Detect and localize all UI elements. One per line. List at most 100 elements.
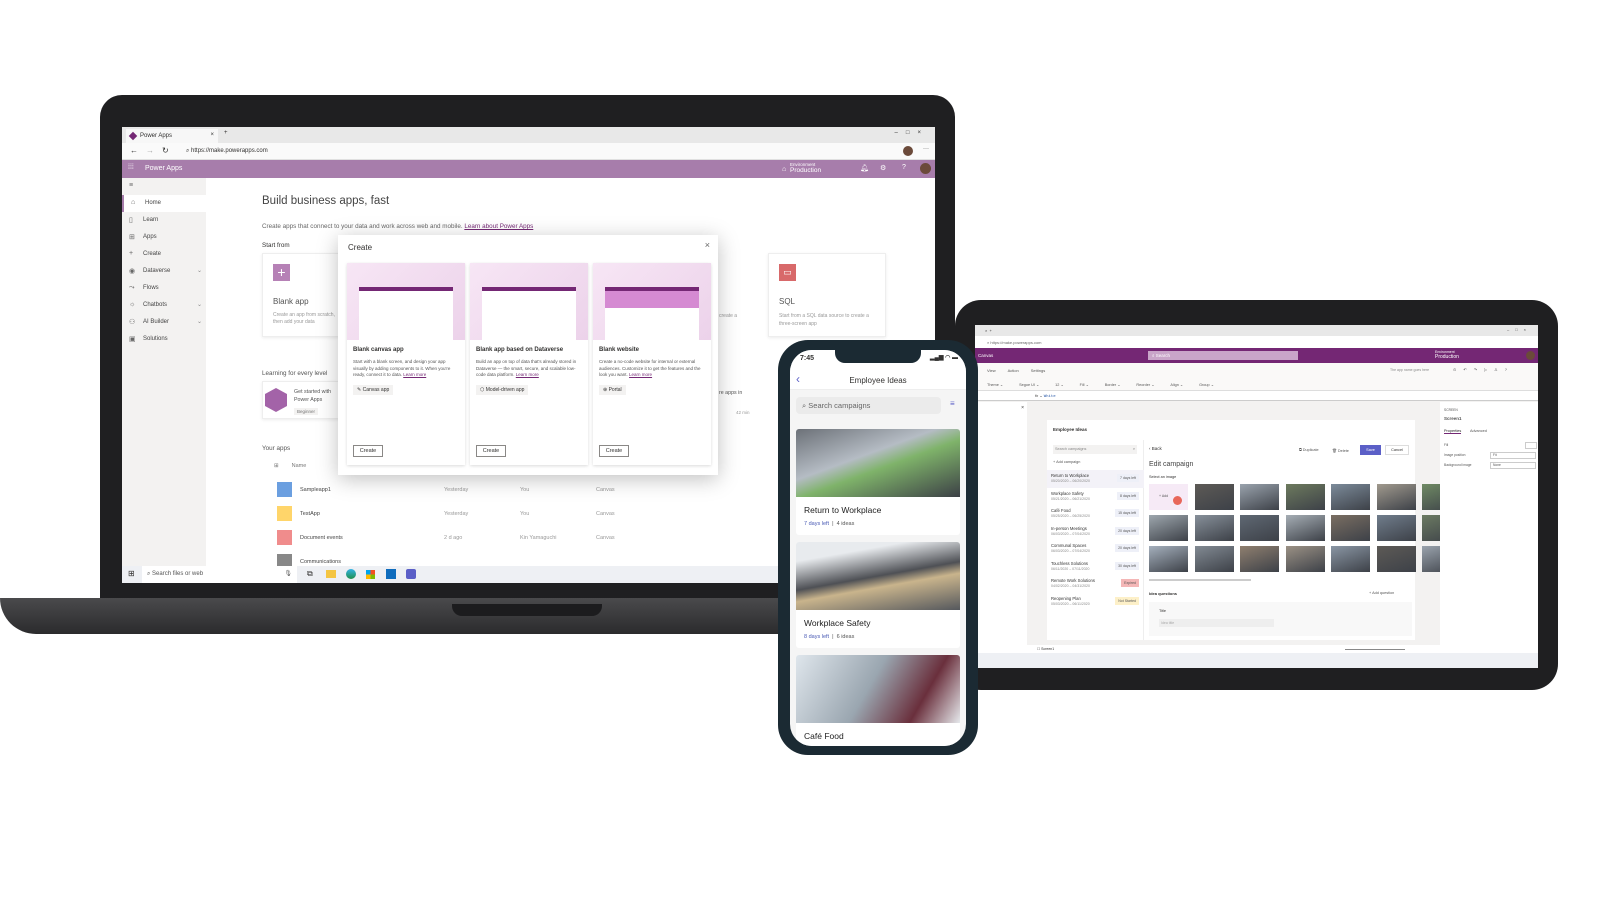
task-view-icon[interactable]: ⧉ — [307, 569, 313, 579]
toolbar-item[interactable]: Align ⌄ — [1170, 383, 1183, 387]
close-tab-icon[interactable]: × — [210, 132, 214, 138]
user-avatar[interactable] — [920, 163, 931, 174]
window-controls[interactable]: –□× — [895, 130, 929, 136]
cancel-button[interactable]: Cancel — [1385, 445, 1409, 455]
background-image-select[interactable]: None — [1490, 462, 1536, 469]
image-option[interactable] — [1194, 546, 1234, 572]
fill-picker[interactable] — [1525, 442, 1537, 449]
sidebar-item-chatbots[interactable]: ☼ Chatbots ⌄ — [122, 297, 206, 314]
scrollbar[interactable] — [1149, 579, 1251, 581]
more-icon[interactable]: ··· — [923, 146, 929, 152]
campaign-card[interactable]: Return to Workplace 7 days left | 4 ideas — [796, 429, 960, 535]
image-option[interactable] — [1149, 546, 1188, 572]
hamburger-menu[interactable]: ≡ — [122, 178, 206, 195]
sidebar-item-dataverse[interactable]: ◉ Dataverse ⌄ — [122, 263, 206, 280]
help-icon[interactable]: ? — [902, 164, 906, 171]
microphone-icon[interactable]: 🎙︎ — [284, 570, 292, 577]
campaign-item[interactable]: Remote Work Solutions 04/02/2020 – 04/31/… — [1047, 575, 1144, 593]
campaign-search[interactable]: Search campaigns ⌕ — [1053, 445, 1137, 454]
add-image-button[interactable]: + Add — [1149, 484, 1188, 510]
sidebar-item-flows[interactable]: ⤳ Flows — [122, 280, 206, 297]
add-campaign-button[interactable]: + Add campaign — [1053, 460, 1080, 464]
image-option[interactable] — [1285, 515, 1325, 541]
toolbar-item[interactable]: Border ⌄ — [1105, 383, 1121, 387]
save-button[interactable]: Save — [1360, 445, 1381, 455]
sidebar-item-ai-builder[interactable]: ⚇ AI Builder ⌄ — [122, 314, 206, 331]
campaign-item[interactable]: In-person Meetings 06/03/2020 – 07/04/202… — [1047, 523, 1144, 541]
settings-icon[interactable]: ⚙ — [880, 164, 886, 172]
image-option[interactable] — [1331, 484, 1370, 510]
image-option[interactable] — [1331, 515, 1370, 541]
sidebar-item-solutions[interactable]: ▣ Solutions — [122, 331, 206, 348]
search-input[interactable]: ⌕ Search campaigns — [796, 397, 941, 414]
image-option[interactable] — [1331, 546, 1370, 572]
template-card[interactable]: Blank website Create a no-code website f… — [593, 263, 711, 465]
teams-icon[interactable] — [406, 569, 416, 579]
image-option[interactable] — [1194, 484, 1234, 510]
campaign-item[interactable]: Touchless Solutions 06/11/2020 – 07/11/20… — [1047, 558, 1144, 576]
back-icon[interactable]: ← — [130, 146, 138, 155]
image-option[interactable] — [1376, 515, 1416, 541]
environment-picker[interactable]: Environment Production — [1435, 350, 1459, 360]
campaign-item[interactable]: Café Food 05/25/2020 – 06/25/2020 15 days … — [1047, 505, 1144, 523]
toolbar-item[interactable]: Fill ⌄ — [1080, 383, 1089, 387]
close-icon[interactable]: × — [705, 240, 710, 250]
image-option[interactable] — [1376, 546, 1416, 572]
sidebar-item-home[interactable]: ⌂ Home — [122, 195, 206, 212]
refresh-icon[interactable]: ↻ — [162, 146, 169, 155]
formula-bar[interactable]: fx ⌄ White — [975, 391, 1538, 401]
template-card[interactable]: Blank canvas app Start with a blank scre… — [347, 263, 465, 465]
window-controls[interactable]: –□× — [1507, 327, 1532, 332]
campaign-item[interactable]: Communal Spaces 06/03/2020 – 07/04/2020 20… — [1047, 540, 1144, 558]
add-question-button[interactable]: + Add question — [1369, 591, 1394, 595]
image-option[interactable] — [1194, 515, 1234, 541]
filter-icon[interactable]: ≡ — [950, 399, 955, 408]
image-position-select[interactable]: Fit — [1490, 452, 1536, 459]
menu-item[interactable]: Settings — [1031, 368, 1045, 373]
menu-item[interactable]: Action — [1008, 368, 1019, 373]
zoom-slider[interactable] — [1345, 649, 1405, 650]
campaign-item[interactable]: Return to Workplace 05/20/2020 – 06/20/20… — [1047, 470, 1144, 488]
image-option[interactable] — [1240, 484, 1279, 510]
campaign-card[interactable]: Workplace Safety 8 days left | 6 ideas — [796, 542, 960, 648]
toolbar-item[interactable]: 12 ⌄ — [1055, 383, 1063, 387]
chevron-down-icon[interactable]: ⌄ — [197, 301, 202, 308]
windows-start-icon[interactable]: ⊞ — [128, 569, 135, 578]
waffle-icon[interactable]: ⁞⁞⁞ — [128, 164, 134, 171]
learn-card[interactable]: Get started with Power Apps Beginner — [262, 381, 342, 419]
image-option[interactable] — [1149, 515, 1188, 541]
tab-advanced[interactable]: Advanced — [1470, 429, 1487, 433]
close-icon[interactable]: × — [1021, 405, 1024, 411]
new-tab-icon[interactable]: + — [224, 130, 228, 136]
store-icon[interactable] — [366, 570, 375, 579]
image-option[interactable] — [1285, 546, 1325, 572]
tablet-address-bar[interactable]: ⌕ https://make.powerapps.com — [975, 336, 1538, 348]
learn-more-link[interactable]: Learn more — [403, 372, 426, 377]
studio-actions[interactable]: ⊙↶↷▷♙? — [1453, 367, 1514, 372]
sql-card[interactable]: ▭ SQL Start from a SQL data source to cr… — [768, 253, 886, 337]
user-avatar[interactable] — [1526, 351, 1535, 360]
menu-item[interactable]: View — [987, 368, 996, 373]
sidebar-item-apps[interactable]: ⊞ Apps — [122, 229, 206, 246]
learn-link[interactable]: Learn about Power Apps — [464, 223, 533, 230]
taskbar-search[interactable]: ⌕ Search files or web 🎙︎ — [142, 566, 297, 583]
image-option[interactable] — [1240, 546, 1279, 572]
blank-app-card[interactable]: + Blank app Create an app from scratch, … — [262, 253, 342, 337]
delete-button[interactable]: 🗑︎ Delete — [1332, 448, 1349, 453]
toolbar-item[interactable]: Segoe UI ⌄ — [1019, 383, 1039, 387]
create-button[interactable]: Create — [476, 445, 506, 457]
template-card[interactable]: Blank app based on Dataverse Build an ap… — [470, 263, 588, 465]
create-button[interactable]: Create — [599, 445, 629, 457]
campaign-card[interactable]: Café Food — [796, 655, 960, 746]
duplicate-button[interactable]: ⧉ Duplicate — [1299, 448, 1319, 452]
environment-picker[interactable]: ⌂ Environment Production — [782, 162, 821, 174]
image-option[interactable] — [1376, 484, 1416, 510]
tab-properties[interactable]: Properties — [1444, 429, 1462, 434]
forward-icon[interactable]: → — [146, 146, 154, 155]
learn-more-link[interactable]: Learn more — [629, 372, 652, 377]
create-button[interactable]: Create — [353, 445, 383, 457]
url-field[interactable]: ⌕ https://make.powerapps.com — [186, 148, 886, 155]
edge-icon[interactable] — [346, 569, 356, 579]
studio-search[interactable]: ⌕ Search — [1148, 351, 1298, 360]
chevron-down-icon[interactable]: ⌄ — [197, 318, 202, 325]
